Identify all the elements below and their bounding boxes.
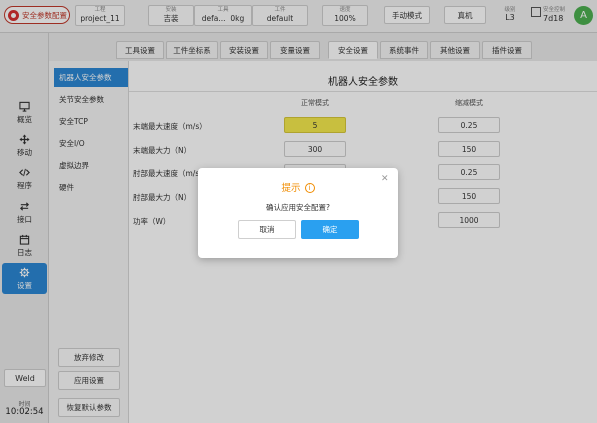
dialog-message: 确认应用安全配置?: [266, 203, 330, 212]
confirm-dialog: 提示 i ✕ 确认应用安全配置? 取消 确定: [198, 168, 398, 258]
dialog-title: 提示: [281, 183, 301, 194]
confirm-button[interactable]: 确定: [301, 220, 359, 239]
close-icon[interactable]: ✕: [381, 174, 389, 184]
dialog-title-row: 提示 i: [198, 180, 398, 194]
info-icon: i: [304, 183, 315, 193]
cancel-button[interactable]: 取消: [238, 220, 296, 239]
